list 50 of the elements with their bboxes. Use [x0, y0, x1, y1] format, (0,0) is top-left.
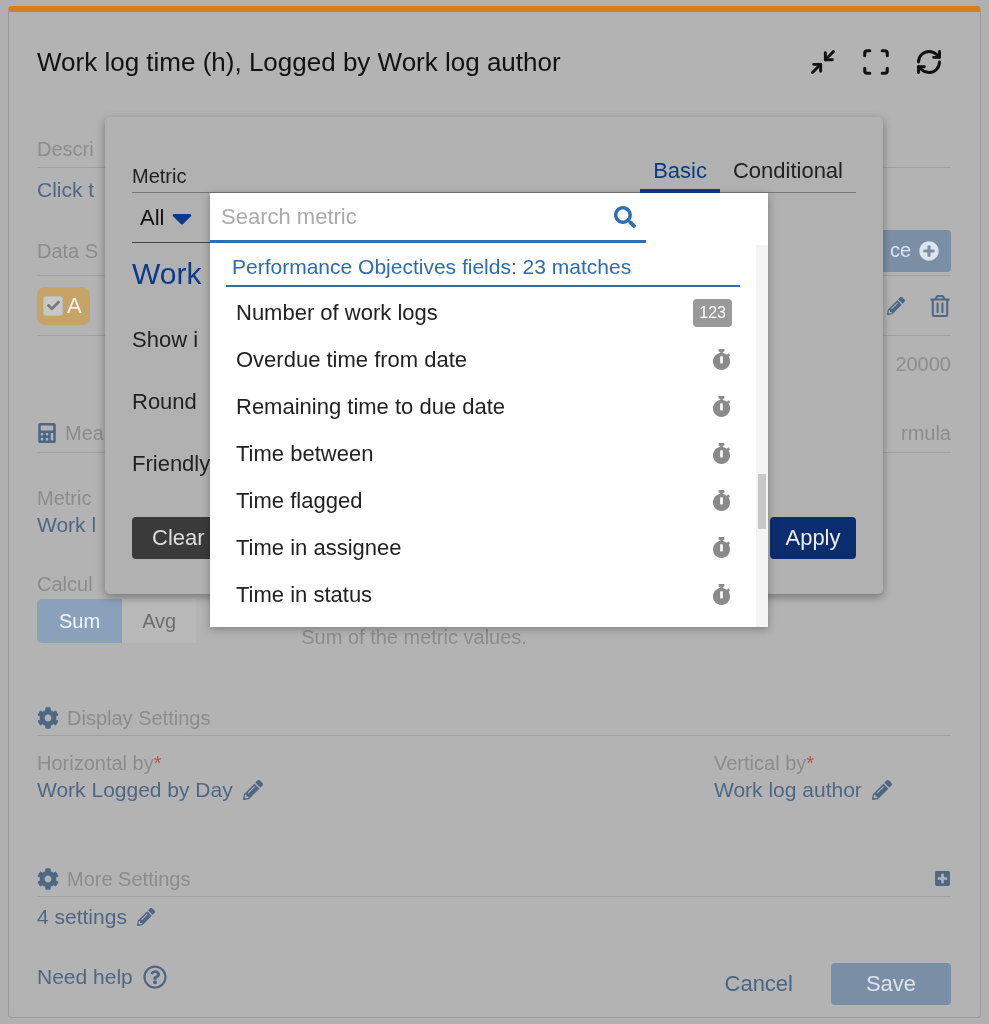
option-label: Round [132, 389, 197, 415]
gear-icon [37, 706, 59, 729]
help-link[interactable]: Need help [37, 963, 133, 990]
metric-option[interactable]: Time in assignee [226, 522, 740, 569]
description-link[interactable]: Click t [37, 176, 95, 203]
checkbox[interactable] [43, 295, 63, 316]
fullscreen-icon[interactable] [861, 47, 891, 77]
stopwatch-icon [711, 443, 732, 464]
scrollbar[interactable] [756, 245, 768, 627]
gear-icon [37, 867, 59, 890]
horizontal-link[interactable]: Work Logged by Day [37, 776, 233, 803]
refresh-icon[interactable] [915, 48, 943, 76]
save-button[interactable]: Save [831, 963, 951, 1005]
stopwatch-icon [711, 584, 732, 605]
trash-icon[interactable] [929, 294, 951, 317]
plus-icon [919, 240, 939, 261]
group-header: Performance Objectives fields: 23 matches [226, 253, 740, 287]
search-icon[interactable] [614, 205, 636, 228]
help-icon[interactable] [142, 964, 167, 989]
cancel-button[interactable]: Cancel [724, 971, 793, 997]
widget-title: Work log time (h), Logged by Work log author [37, 46, 561, 78]
vertical-link[interactable]: Work log author [714, 776, 862, 803]
metric-name: Work [132, 257, 202, 291]
stopwatch-icon [711, 349, 732, 370]
metric-option[interactable]: Time between [226, 428, 740, 475]
metric-option[interactable]: Time flagged [226, 475, 740, 522]
metric-option[interactable]: Time in status [226, 569, 740, 616]
option-label: Show i [132, 327, 199, 353]
pencil-icon[interactable] [871, 779, 892, 800]
metric-option[interactable]: Number of work logs 123 [226, 287, 740, 334]
metric-option[interactable]: Overdue time from date [226, 334, 740, 381]
minimize-icon[interactable] [809, 48, 837, 76]
pencil-icon[interactable] [136, 907, 155, 926]
metric-link[interactable]: Work l [37, 511, 97, 538]
tab[interactable]: Conditional [719, 158, 856, 193]
option-label: Friendly [132, 451, 211, 477]
pencil-icon[interactable] [887, 296, 905, 315]
stopwatch-icon [711, 396, 732, 417]
number-badge: 123 [693, 298, 732, 327]
check-icon [46, 299, 60, 312]
settings-link[interactable]: 4 settings [37, 903, 127, 930]
stopwatch-icon [711, 490, 732, 511]
apply-button[interactable]: Apply [770, 517, 856, 559]
calculation-option[interactable]: Avg [122, 599, 197, 643]
metric-option[interactable]: Remaining time to due date [226, 381, 740, 428]
pencil-icon[interactable] [242, 779, 263, 800]
field-label: Metric [132, 165, 187, 189]
plus-icon[interactable] [934, 870, 951, 887]
stopwatch-icon [711, 537, 732, 558]
calculator-icon [37, 422, 57, 443]
